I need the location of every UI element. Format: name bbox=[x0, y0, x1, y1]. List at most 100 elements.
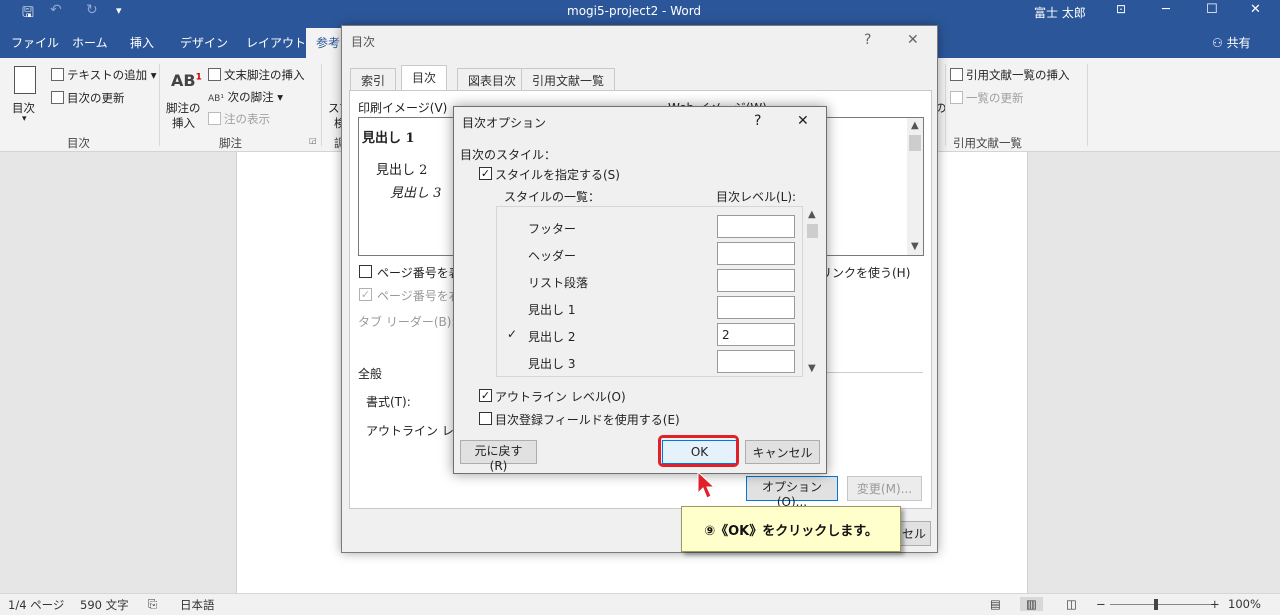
reset-button[interactable]: 元に戻す(R) bbox=[460, 440, 537, 473]
scroll-thumb[interactable] bbox=[807, 224, 818, 238]
style-level-input[interactable] bbox=[717, 350, 795, 373]
footnote-group-title: 脚注 bbox=[219, 136, 242, 150]
scroll-down-icon[interactable]: ▼ bbox=[808, 363, 816, 374]
endnote-icon bbox=[208, 68, 221, 81]
web-layout-icon[interactable]: ◫ bbox=[1066, 597, 1077, 611]
styles-checkbox[interactable]: ✓ bbox=[479, 167, 492, 180]
modify-button[interactable]: 変更(M)... bbox=[847, 476, 922, 501]
outline-levels-checkbox-label: アウトライン レベル(O) bbox=[495, 390, 626, 404]
toc-options-dialog: 目次オプション ? ✕ 目次のスタイル： ✓ スタイルを指定する(S) スタイル… bbox=[453, 106, 827, 474]
options-dialog-title: 目次オプション bbox=[462, 116, 547, 130]
show-page-numbers-checkbox[interactable] bbox=[359, 265, 372, 278]
page-count[interactable]: 1/4 ページ bbox=[8, 597, 64, 613]
close-icon[interactable]: ✕ bbox=[907, 32, 919, 48]
user-name[interactable]: 富士 太郎 bbox=[1034, 4, 1086, 21]
list-item: 見出し 1 bbox=[497, 295, 797, 322]
tab-table-of-authorities[interactable]: 引用文献一覧 bbox=[521, 68, 616, 90]
style-level-input[interactable] bbox=[717, 269, 795, 292]
scroll-thumb[interactable] bbox=[909, 135, 921, 151]
update-toc-button[interactable]: 目次の更新 bbox=[51, 90, 125, 106]
toc-group-title: 目次 bbox=[67, 136, 90, 150]
print-preview-label: 印刷イメージ(V) bbox=[358, 101, 448, 115]
available-styles-label: スタイルの一覧： bbox=[504, 190, 601, 204]
add-text-button[interactable]: テキストの追加 ▾ bbox=[51, 67, 157, 83]
tab-table-of-figures[interactable]: 図表目次 bbox=[457, 68, 528, 90]
insert-footnote-button[interactable]: 脚注の bbox=[166, 100, 201, 116]
preview-heading-3: 見出し 3 bbox=[390, 186, 442, 201]
use-hyperlinks-label[interactable]: リンクを使う(H) bbox=[820, 264, 910, 281]
style-level-input[interactable]: 2 bbox=[717, 323, 795, 346]
toc-fields-checkbox-label: 目次登録フィールドを使用する(E) bbox=[495, 413, 680, 427]
proofing-icon[interactable]: ⎘ bbox=[148, 597, 157, 612]
tab-file[interactable]: ファイル bbox=[11, 34, 59, 51]
update-table-button[interactable]: 一覧の更新 bbox=[950, 90, 1024, 106]
share-button[interactable]: ⚇ 共有 bbox=[1212, 34, 1251, 51]
close-icon[interactable]: ✕ bbox=[1250, 2, 1261, 17]
insert-footnote-label: 挿入 bbox=[172, 116, 195, 130]
options-button[interactable]: オプション(O)... bbox=[746, 476, 838, 509]
instruction-callout: ⑨《OK》をクリックします。 bbox=[681, 506, 901, 552]
maximize-icon[interactable]: ☐ bbox=[1206, 2, 1218, 17]
style-list-scrollbar[interactable]: ▲ ▼ bbox=[805, 206, 820, 377]
style-name: ヘッダー bbox=[528, 249, 577, 263]
document-title: mogi5-project2 - Word bbox=[567, 4, 702, 18]
tab-insert[interactable]: 挿入 bbox=[130, 34, 154, 51]
zoom-level[interactable]: 100% bbox=[1228, 597, 1261, 611]
word-count[interactable]: 590 文字 bbox=[80, 597, 129, 613]
customize-qat-icon[interactable]: ▾ bbox=[116, 4, 122, 17]
status-bar: 1/4 ページ 590 文字 ⎘ 日本語 ▤ ▥ ◫ − + 100% bbox=[0, 593, 1280, 615]
formats-label: 書式(T): bbox=[366, 395, 411, 409]
insert-table-of-authorities-button[interactable]: 引用文献一覧の挿入 bbox=[950, 67, 1070, 83]
scroll-up-icon[interactable]: ▲ bbox=[808, 209, 816, 220]
right-align-checkbox[interactable]: ✓ bbox=[359, 288, 372, 301]
ribbon-display-icon[interactable]: ⊡ bbox=[1116, 2, 1126, 16]
ab-footnote-icon: AB1 bbox=[171, 71, 202, 90]
web-preview-scrollbar[interactable]: ▲ ▼ bbox=[907, 118, 923, 255]
close-icon[interactable]: ✕ bbox=[797, 113, 809, 129]
toc-dialog-title: 目次 bbox=[351, 35, 376, 49]
share-label: 共有 bbox=[1226, 36, 1251, 50]
help-icon[interactable]: ? bbox=[864, 32, 871, 48]
group-divider bbox=[945, 64, 946, 146]
outline-levels-checkbox[interactable]: ✓ bbox=[479, 389, 492, 402]
tab-toc[interactable]: 目次 bbox=[401, 65, 448, 91]
general-section-label: 全般 bbox=[358, 367, 383, 381]
preview-heading-1: 見出し 1 bbox=[362, 131, 415, 146]
minimize-icon[interactable]: ─ bbox=[1162, 2, 1170, 17]
mouse-pointer-icon bbox=[697, 471, 716, 499]
tab-index[interactable]: 索引 bbox=[350, 68, 397, 90]
toc-fields-checkbox[interactable] bbox=[479, 412, 492, 425]
scroll-up-icon[interactable]: ▲ bbox=[911, 120, 919, 131]
zoom-in-icon[interactable]: + bbox=[1210, 597, 1220, 611]
add-text-icon bbox=[51, 68, 64, 81]
group-divider bbox=[159, 64, 160, 146]
help-icon[interactable]: ? bbox=[754, 113, 761, 129]
style-name: 見出し 2 bbox=[528, 330, 576, 344]
zoom-out-icon[interactable]: − bbox=[1096, 597, 1106, 611]
language[interactable]: 日本語 bbox=[180, 597, 215, 613]
style-level-input[interactable] bbox=[717, 215, 795, 238]
save-icon[interactable]: 🖫 bbox=[22, 2, 34, 26]
zoom-slider[interactable] bbox=[1110, 604, 1214, 605]
style-level-input[interactable] bbox=[717, 242, 795, 265]
table-of-authorities-icon bbox=[950, 68, 963, 81]
cancel-button[interactable]: キャンセル bbox=[745, 440, 820, 464]
read-mode-icon[interactable]: ▤ bbox=[990, 597, 1001, 611]
show-notes-button[interactable]: 注の表示 bbox=[208, 111, 270, 127]
next-footnote-icon: AB¹ bbox=[208, 94, 224, 104]
tab-layout[interactable]: レイアウト bbox=[246, 34, 306, 51]
next-footnote-button[interactable]: AB¹ 次の脚注 ▾ bbox=[208, 89, 283, 105]
tab-leader-label: タブ リーダー(B): bbox=[358, 315, 456, 329]
undo-icon[interactable]: ↶ bbox=[50, 2, 62, 18]
tab-design[interactable]: デザイン bbox=[180, 34, 228, 51]
print-layout-icon[interactable]: ▥ bbox=[1020, 597, 1043, 611]
list-item: 見出し 3 bbox=[497, 349, 797, 376]
scroll-down-icon[interactable]: ▼ bbox=[911, 241, 919, 252]
redo-icon[interactable]: ↻ bbox=[86, 2, 98, 18]
dialog-launcher-icon[interactable]: ◲ bbox=[309, 136, 317, 145]
zoom-slider-thumb[interactable] bbox=[1154, 599, 1158, 610]
style-level-input[interactable] bbox=[717, 296, 795, 319]
tab-home[interactable]: ホーム bbox=[72, 34, 108, 51]
insert-endnote-button[interactable]: 文末脚注の挿入 bbox=[208, 67, 305, 83]
chevron-down-icon: ▾ bbox=[22, 114, 27, 124]
